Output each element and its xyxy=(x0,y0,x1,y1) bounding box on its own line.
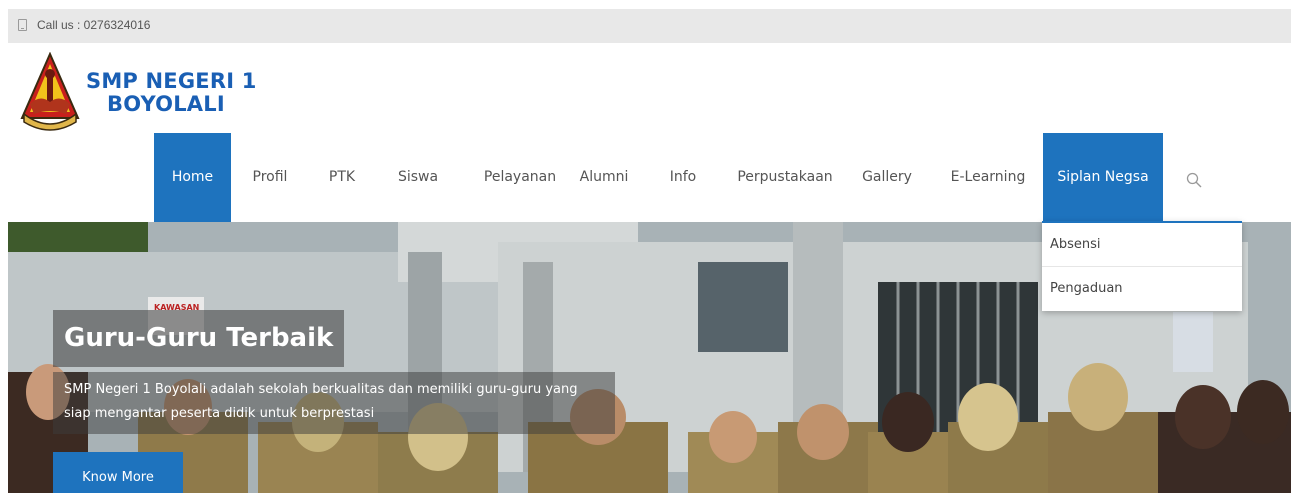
nav-item-e-learning[interactable]: E-Learning xyxy=(941,133,1035,222)
nav-item-pelayanan[interactable]: Pelayanan xyxy=(470,133,570,222)
nav-item-siplan-negsa[interactable]: Siplan Negsa xyxy=(1043,133,1163,222)
top-contact-bar: Call us : 0276324016 xyxy=(8,9,1291,43)
school-emblem-logo[interactable] xyxy=(20,51,80,132)
call-us-text: Call us : 0276324016 xyxy=(37,18,151,32)
know-more-button[interactable]: Know More xyxy=(53,452,183,493)
nav-item-info[interactable]: Info xyxy=(661,133,705,222)
dropdown-item-absensi[interactable]: Absensi xyxy=(1042,223,1242,267)
nav-item-siswa[interactable]: Siswa xyxy=(389,133,447,222)
nav-item-profil[interactable]: Profil xyxy=(246,133,294,222)
search-icon[interactable] xyxy=(1186,172,1202,188)
nav-item-ptk[interactable]: PTK xyxy=(320,133,364,222)
school-name-line2: BOYOLALI xyxy=(107,92,225,116)
dropdown-item-pengaduan[interactable]: Pengaduan xyxy=(1042,267,1242,311)
hero-description: SMP Negeri 1 Boyolali adalah sekolah ber… xyxy=(53,372,615,434)
nav-item-perpustakaan[interactable]: Perpustakaan xyxy=(730,133,840,222)
siplan-negsa-dropdown: Absensi Pengaduan xyxy=(1042,221,1242,311)
nav-item-gallery[interactable]: Gallery xyxy=(850,133,924,222)
school-name-logo[interactable]: SMP NEGERI 1 BOYOLALI xyxy=(86,70,257,116)
school-name-line1: SMP NEGERI 1 xyxy=(86,69,257,93)
hero-title: Guru-Guru Terbaik xyxy=(53,310,345,367)
nav-item-alumni[interactable]: Alumni xyxy=(573,133,635,222)
nav-item-home[interactable]: Home xyxy=(154,133,231,222)
phone-icon xyxy=(18,19,27,31)
main-navigation: Home Profil PTK Siswa Pelayanan Alumni I… xyxy=(0,133,1291,222)
